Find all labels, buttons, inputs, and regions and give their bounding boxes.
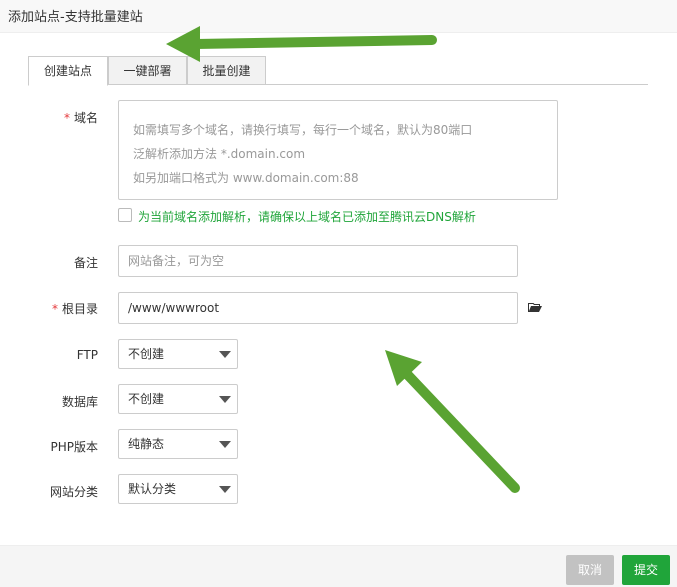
domain-textarea[interactable]: 如需填写多个域名，请换行填写，每行一个域名，默认为80端口 泛解析添加方法 *.… xyxy=(118,100,558,200)
dialog-title: 添加站点-支持批量建站 xyxy=(8,10,143,25)
required-mark: * xyxy=(63,111,70,125)
annotation-arrow-middle xyxy=(385,350,520,493)
php-version-select[interactable]: 纯静态 xyxy=(118,429,238,459)
remark-input[interactable]: 网站备注，可为空 xyxy=(118,245,518,277)
root-dir-label: * 根目录 xyxy=(8,300,98,317)
dialog-title-bar: 添加站点-支持批量建站 xyxy=(0,0,677,33)
site-category-selected-value: 默认分类 xyxy=(128,482,177,496)
dns-resolve-label[interactable]: 为当前域名添加解析，请确保以上域名已添加至腾讯云DNS解析 xyxy=(138,208,476,225)
tab-bar: 创建站点 一键部署 批量创建 xyxy=(28,56,648,86)
database-select[interactable]: 不创建 xyxy=(118,384,238,414)
domain-placeholder-line-1: 如需填写多个域名，请换行填写，每行一个域名，默认为80端口 xyxy=(133,123,473,137)
remark-label: 备注 xyxy=(73,256,98,270)
ftp-selected-value: 不创建 xyxy=(128,347,165,361)
domain-label: * 域名 xyxy=(8,109,98,126)
php-version-selected-value: 纯静态 xyxy=(128,437,165,451)
chevron-down-icon xyxy=(219,441,231,448)
site-category-select[interactable]: 默认分类 xyxy=(118,474,238,504)
database-label: 数据库 xyxy=(61,395,98,409)
root-dir-label-text: 根目录 xyxy=(61,302,98,316)
root-dir-input[interactable]: /www/wwwroot xyxy=(118,292,518,324)
dns-resolve-checkbox[interactable] xyxy=(118,208,132,222)
ftp-label: FTP xyxy=(76,348,98,362)
cancel-button[interactable]: 取消 xyxy=(566,555,614,585)
domain-label-text: 域名 xyxy=(73,111,98,125)
domain-placeholder-line-2: 泛解析添加方法 *.domain.com xyxy=(133,147,306,161)
tab-create-site[interactable]: 创建站点 xyxy=(28,56,108,86)
submit-button[interactable]: 提交 xyxy=(622,555,670,585)
database-selected-value: 不创建 xyxy=(128,392,165,406)
tab-batch-create[interactable]: 批量创建 xyxy=(187,56,266,85)
domain-placeholder-line-3: 如另加端口格式为 www.domain.com:88 xyxy=(133,171,359,185)
chevron-down-icon xyxy=(219,396,231,403)
chevron-down-icon xyxy=(219,351,231,358)
chevron-down-icon xyxy=(219,486,231,493)
required-mark: * xyxy=(51,302,58,316)
folder-open-icon[interactable] xyxy=(528,302,542,313)
php-version-label: PHP版本 xyxy=(50,440,99,454)
tab-one-click-deploy[interactable]: 一键部署 xyxy=(108,56,187,85)
site-category-label: 网站分类 xyxy=(49,485,98,499)
ftp-select[interactable]: 不创建 xyxy=(118,339,238,369)
